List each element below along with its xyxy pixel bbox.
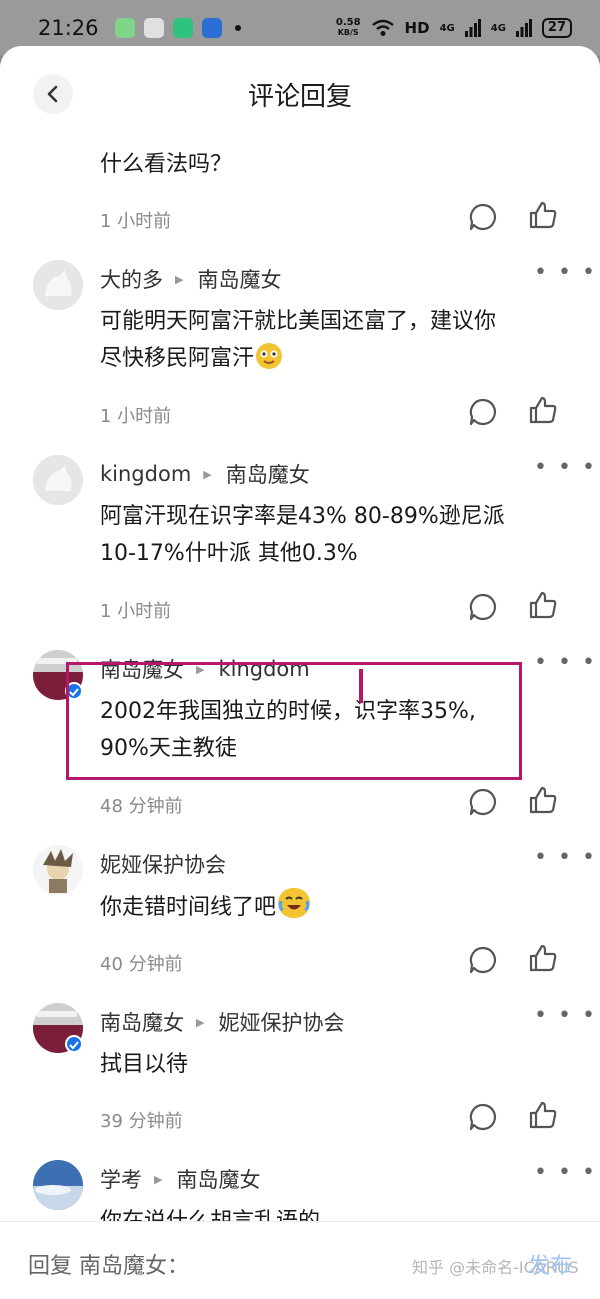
- like-icon[interactable]: [528, 1100, 558, 1130]
- network-speed-unit: KB/S: [337, 28, 359, 37]
- comment-author[interactable]: 妮娅保护协会: [100, 849, 226, 879]
- reply-to-author[interactable]: 南岛魔女: [197, 264, 281, 294]
- comment-reply-sheet: 评论回复 你也接触过很多阿富汗人，对他们有没有 什么看法吗？ 1 小时前: [0, 46, 600, 1299]
- comment-author[interactable]: 学考: [100, 1164, 142, 1194]
- sheet-header: 评论回复: [0, 46, 600, 142]
- reply-to-author[interactable]: 南岛魔女: [226, 459, 310, 489]
- reply-icon[interactable]: [468, 592, 498, 622]
- comment-text-line-with-emoji: 尽快移民阿富汗: [100, 340, 570, 377]
- author-line: kingdom ▶ 南岛魔女: [100, 459, 310, 489]
- reply-arrow-icon: ▶: [154, 1172, 163, 1186]
- wifi-icon: [371, 19, 394, 36]
- comment-author[interactable]: 南岛魔女: [100, 1007, 184, 1037]
- comment-text-line: 拭目以待: [100, 1052, 189, 1077]
- status-indicators: 0.58 KB/S HD 4G 4G 27: [336, 18, 572, 38]
- verified-badge-icon: [65, 1035, 83, 1053]
- like-icon[interactable]: [528, 943, 558, 973]
- anime-avatar-image: [33, 845, 83, 895]
- reply-arrow-icon: ▶: [175, 272, 184, 286]
- browser-app-icon: [201, 18, 222, 38]
- more-notifications-icon: [234, 25, 241, 31]
- author-line: 妮娅保护协会: [100, 849, 226, 879]
- comment-text-line: 可能明天阿富汗就比美国还富了，建议你: [100, 309, 497, 334]
- reply-icon[interactable]: [468, 787, 498, 817]
- laugh-cry-emoji-icon: [278, 888, 311, 918]
- more-options-icon[interactable]: • • •: [534, 845, 597, 870]
- reply-arrow-icon: ▶: [203, 467, 212, 481]
- signal-4g-1: 4G: [439, 22, 455, 34]
- status-time: 21:26: [38, 16, 99, 40]
- comment-text-partial: 你在说什么胡言乱语的: [100, 1203, 570, 1221]
- author-line: 学考 ▶ 南岛魔女: [100, 1164, 260, 1194]
- author-line: 南岛魔女 ▶ 妮娅保护协会: [100, 1007, 344, 1037]
- publish-button[interactable]: 发布: [528, 1248, 572, 1280]
- doge-emoji-icon: [256, 343, 283, 369]
- more-options-icon[interactable]: • • •: [534, 1003, 597, 1028]
- avatar[interactable]: [33, 455, 83, 505]
- comment-time: 1 小时前: [100, 406, 172, 427]
- reply-to-author[interactable]: 南岛魔女: [176, 1164, 260, 1194]
- signal-icon: [464, 19, 481, 37]
- highlight-annotation-mark: [359, 669, 363, 703]
- comment-text: 什么看法吗？: [100, 152, 233, 177]
- reply-input[interactable]: 回复 南岛魔女：: [28, 1248, 189, 1280]
- default-avatar-icon: [33, 455, 83, 505]
- more-options-icon[interactable]: • • •: [534, 455, 597, 480]
- default-avatar-icon: [33, 260, 83, 310]
- like-icon[interactable]: [528, 590, 558, 620]
- comment-time: 40 分钟前: [100, 954, 183, 975]
- comment-text-line: 10-17%什叶派 其他0.3%: [100, 541, 358, 566]
- avatar[interactable]: [33, 1160, 83, 1210]
- reply-icon[interactable]: [468, 397, 498, 427]
- like-icon[interactable]: [528, 395, 558, 425]
- more-options-icon[interactable]: • • •: [534, 650, 597, 675]
- reply-icon[interactable]: [468, 1102, 498, 1132]
- comment-list[interactable]: 你也接触过很多阿富汗人，对他们有没有 什么看法吗？ 1 小时前 大的多 ▶ 南岛…: [0, 46, 600, 1221]
- network-speed: 0.58 KB/S: [336, 18, 361, 38]
- battery-indicator: 27: [541, 18, 572, 38]
- page-title: 评论回复: [247, 82, 352, 112]
- reply-icon[interactable]: [468, 202, 498, 232]
- comment-text-line: 你走错时间线了吧: [100, 895, 277, 920]
- signal-4g-2: 4G: [490, 22, 506, 34]
- reply-to-author[interactable]: 妮娅保护协会: [218, 1007, 344, 1037]
- reply-input-bar: 回复 南岛魔女： 知乎 @未命名-ICARUS 发布: [0, 1221, 600, 1299]
- comment-author[interactable]: 大的多: [100, 264, 163, 294]
- avatar[interactable]: [33, 260, 83, 310]
- app-notification-icon: [114, 18, 135, 38]
- comment-time: 1 小时前: [100, 601, 172, 622]
- signal-icon: [515, 19, 532, 37]
- more-options-icon[interactable]: • • •: [534, 1160, 597, 1185]
- comment-time: 1 小时前: [100, 211, 172, 232]
- network-speed-value: 0.58: [335, 17, 361, 28]
- comment-time: 48 分钟前: [100, 796, 183, 817]
- like-icon[interactable]: [528, 785, 558, 815]
- like-icon[interactable]: [528, 200, 558, 230]
- reply-icon[interactable]: [468, 945, 498, 975]
- payment-app-icon: [172, 18, 193, 38]
- more-options-icon[interactable]: • • •: [534, 260, 597, 285]
- reply-arrow-icon: ▶: [196, 1015, 205, 1029]
- author-line: 大的多 ▶ 南岛魔女: [100, 264, 281, 294]
- comment-text-line: 尽快移民阿富汗: [100, 346, 255, 371]
- network-type: HD: [404, 19, 430, 37]
- comment-text-line: 阿富汗现在识字率是43% 80-89%逊尼派: [100, 504, 505, 529]
- comment-time: 39 分钟前: [100, 1111, 183, 1132]
- avatar[interactable]: [33, 845, 83, 895]
- sky-avatar-image: [33, 1160, 83, 1210]
- comment-author[interactable]: kingdom: [100, 462, 191, 486]
- wechat-icon: [143, 18, 164, 38]
- highlight-annotation-box: [66, 662, 522, 780]
- comment-text-line-with-emoji: 你走错时间线了吧: [100, 888, 570, 926]
